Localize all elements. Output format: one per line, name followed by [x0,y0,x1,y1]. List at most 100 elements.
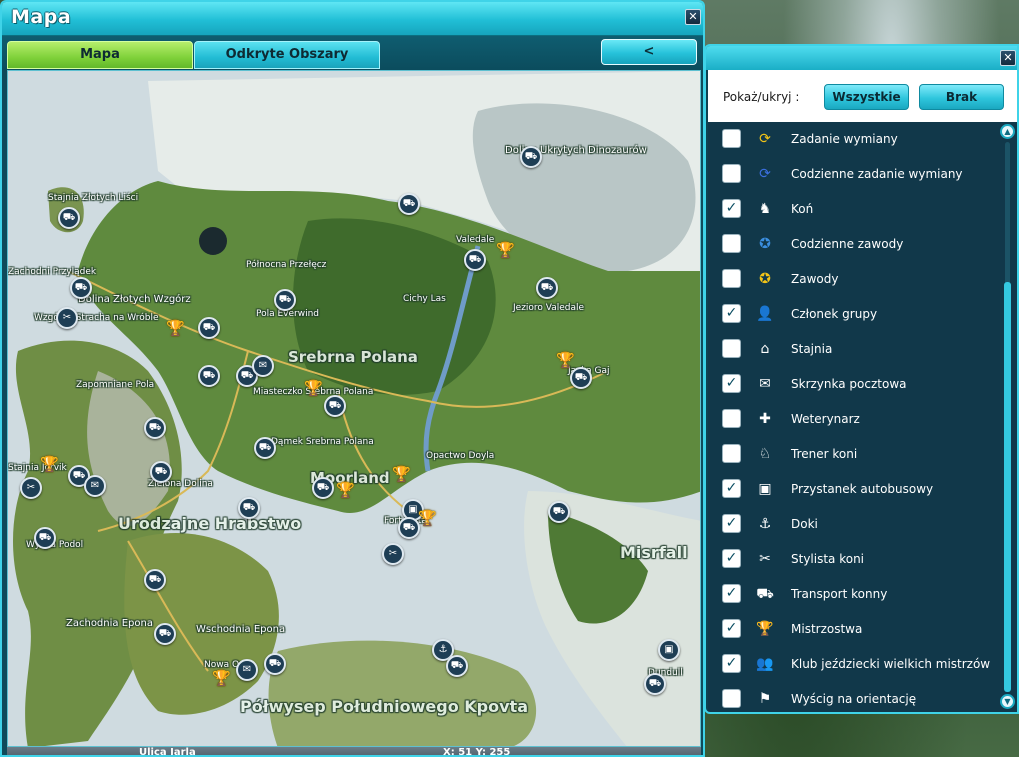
legend-item[interactable]: ✓ ⛟ Transport konny [708,577,1000,612]
legend-item[interactable]: ✓ 👥 Klub jeździecki wielkich mistrzów [708,647,1000,682]
horse-transport-marker[interactable]: ⛟ [536,277,558,299]
horse-stylist-marker[interactable]: ✂ [382,543,404,565]
horse-transport-marker[interactable]: ⛟ [312,477,334,499]
scroll-thumb[interactable] [1004,282,1011,692]
horse-transport-marker[interactable]: ⛟ [254,437,276,459]
scroll-down-button[interactable]: ▼ [1000,694,1015,709]
map-label: Valedale [456,235,495,245]
hide-all-button[interactable]: Brak [919,84,1004,110]
horse-transport-marker[interactable]: ⛟ [398,517,420,539]
legend-item-label: Przystanek autobusowy [791,482,934,496]
legend-item[interactable]: ✓ ✉ Skrzynka pocztowa [708,367,1000,402]
horse-transport-marker[interactable]: ⛟ [548,501,570,523]
legend-checkbox[interactable] [722,689,741,708]
close-legend-button[interactable]: ✕ [1000,50,1016,66]
legend-item[interactable]: ✓ ⚓ Doki [708,507,1000,542]
world-map[interactable]: Dolina Ukrytych Dinozaurów Stajnia Złoty… [7,70,701,747]
trophy-icon[interactable]: 🏆 [418,509,437,527]
mailbox-marker[interactable]: ✉ [84,475,106,497]
legend-list[interactable]: ⚑ Wyścig na orientację ✓ 👥 Klub jeździecki w… [708,122,1017,712]
horse-transport-marker[interactable]: ⛟ [464,249,486,271]
legend-item-label: Codzienne zawody [791,237,904,251]
legend-checkbox[interactable]: ✓ [722,514,741,533]
horse-transport-marker[interactable]: ⛟ [34,527,56,549]
legend-item[interactable]: ⚑ Wyścig na orientację [708,682,1000,712]
tab-discovered-areas[interactable]: Odkryte Obszary [194,41,380,69]
legend-panel: ✕ Pokaż/ukryj : Wszystkie Brak ⚑ Wyścig n… [704,44,1019,714]
close-map-button[interactable]: ✕ [685,9,701,25]
legend-item[interactable]: ♘ Trener koni [708,437,1000,472]
horse-transport-marker[interactable]: ⛟ [144,417,166,439]
horse-transport-marker[interactable]: ⛟ [446,655,468,677]
horse-transport-marker[interactable]: ⛟ [70,277,92,299]
legend-item[interactable]: ✓ ▣ Przystanek autobusowy [708,472,1000,507]
legend-item[interactable]: ✚ Weterynarz [708,402,1000,437]
trophy-icon[interactable]: 🏆 [212,669,231,687]
horse-stylist-marker[interactable]: ✂ [20,477,42,499]
mailbox-marker[interactable]: ✉ [252,355,274,377]
horse-transport-marker[interactable]: ⛟ [324,395,346,417]
trophy-icon[interactable]: 🏆 [40,455,59,473]
map-titlebar[interactable]: Mapa ✕ [2,2,703,36]
trophy-icon[interactable]: 🏆 [336,481,355,499]
horse-transport-marker[interactable]: ⛟ [274,289,296,311]
legend-checkbox[interactable]: ✓ [722,584,741,603]
stable-icon: ⌂ [760,341,770,357]
legend-item[interactable]: ⟳ Zadanie wymiany [708,122,1000,157]
daily-competition-icon: ✪ [759,236,771,252]
legend-item[interactable]: ⟳ Codzienne zadanie wymiany [708,157,1000,192]
horse-transport-marker[interactable]: ⛟ [154,623,176,645]
trophy-icon[interactable]: 🏆 [392,465,411,483]
horse-transport-marker[interactable]: ⛟ [520,146,542,168]
horse-transport-marker[interactable]: ⛟ [58,207,80,229]
horse-transport-marker[interactable]: ⛟ [150,461,172,483]
bus-stop-marker[interactable]: ▣ [658,639,680,661]
legend-item[interactable]: ✪ Zawody [708,262,1000,297]
legend-item-label: Trener koni [791,447,858,461]
horse-stylist-marker[interactable]: ✂ [56,307,78,329]
legend-item[interactable]: ✓ 🏆 Mistrzostwa [708,612,1000,647]
scroll-up-button[interactable]: ▲ [1000,124,1015,139]
legend-checkbox[interactable] [722,269,741,288]
legend-item[interactable]: ✓ ✂ Stylista koni [708,542,1000,577]
show-all-button[interactable]: Wszystkie [824,84,909,110]
horse-transport-marker[interactable]: ⛟ [238,497,260,519]
legend-checkbox[interactable] [722,164,741,183]
back-button[interactable]: < [601,39,697,65]
mailbox-marker[interactable]: ✉ [236,659,258,681]
legend-checkbox[interactable] [722,409,741,428]
tab-map[interactable]: Mapa [7,41,193,69]
legend-checkbox[interactable] [722,339,741,358]
legend-checkbox[interactable]: ✓ [722,374,741,393]
trophy-icon[interactable]: 🏆 [166,319,185,337]
legend-checkbox[interactable]: ✓ [722,654,741,673]
map-label: Urodzajne Hrabstwo [118,514,302,533]
horse-transport-marker[interactable]: ⛟ [644,673,666,695]
filter-row: Pokaż/ukryj : Wszystkie Brak [708,70,1017,122]
trophy-icon[interactable]: 🏆 [496,241,515,259]
legend-item[interactable]: ⌂ Stajnia [708,332,1000,367]
legend-checkbox[interactable] [722,444,741,463]
legend-checkbox[interactable] [722,129,741,148]
legend-checkbox[interactable]: ✓ [722,199,741,218]
horse-transport-marker[interactable]: ⛟ [570,367,592,389]
close-icon: ✕ [688,10,698,23]
horse-transport-marker[interactable]: ⛟ [398,193,420,215]
legend-checkbox[interactable]: ✓ [722,619,741,638]
legend-header[interactable]: ✕ [706,46,1017,70]
orienteering-icon: ⚑ [758,691,772,707]
horse-transport-marker[interactable]: ⛟ [144,569,166,591]
trophy-icon[interactable]: 🏆 [304,379,323,397]
trophy-icon[interactable]: 🏆 [556,351,575,369]
legend-item[interactable]: ✪ Codzienne zawody [708,227,1000,262]
legend-checkbox[interactable] [722,234,741,253]
legend-checkbox[interactable]: ✓ [722,304,741,323]
horse-transport-marker[interactable]: ⛟ [198,365,220,387]
horse-transport-marker[interactable]: ⛟ [264,653,286,675]
legend-item[interactable]: ✓ ♞ Koń [708,192,1000,227]
legend-scrollbar[interactable]: ▲ ▼ [1000,122,1015,712]
legend-checkbox[interactable]: ✓ [722,479,741,498]
horse-transport-marker[interactable]: ⛟ [198,317,220,339]
legend-checkbox[interactable]: ✓ [722,549,741,568]
legend-item[interactable]: ✓ 👤 Członek grupy [708,297,1000,332]
